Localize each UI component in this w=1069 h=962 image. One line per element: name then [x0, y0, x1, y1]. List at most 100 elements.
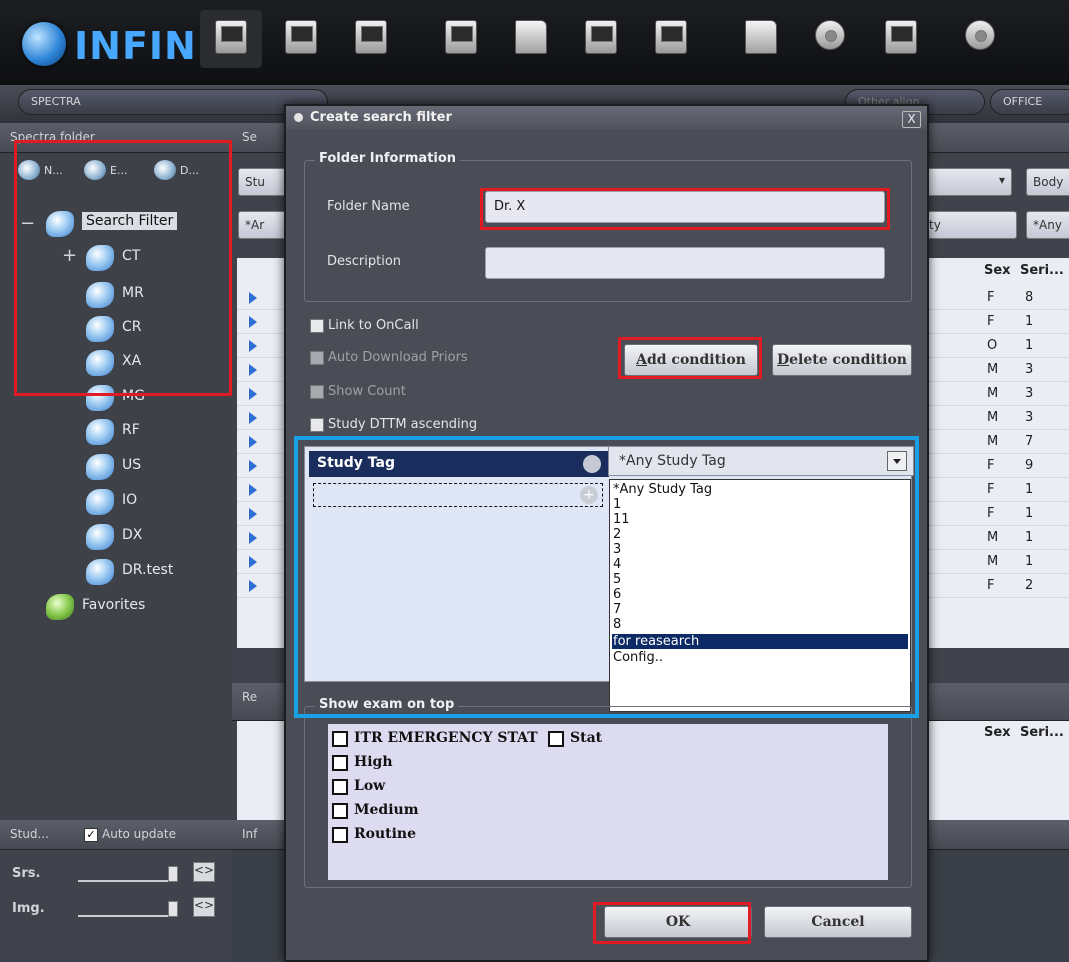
close-button[interactable]: X: [902, 111, 921, 128]
priority-checkbox-low[interactable]: Low: [332, 778, 385, 795]
link-oncall-label: Link to OnCall: [328, 318, 419, 333]
layout-button[interactable]: [870, 10, 932, 68]
empty-condition-slot[interactable]: +: [313, 483, 603, 507]
add-condition-button[interactable]: Add condition: [624, 344, 758, 376]
expand-arrow-icon[interactable]: [249, 436, 257, 448]
folder-export-button[interactable]: [500, 10, 562, 68]
folder-button[interactable]: [730, 10, 792, 68]
expand-arrow-icon[interactable]: [249, 364, 257, 376]
monitor2-button[interactable]: [270, 10, 332, 68]
auto-update-checkbox[interactable]: ✓: [84, 828, 98, 842]
dropdown-option[interactable]: 3: [612, 542, 908, 557]
priority-checkbox-medium[interactable]: Medium: [332, 802, 419, 819]
tree-item-mg[interactable]: MG: [86, 383, 226, 413]
dropdown-option-selected[interactable]: for reasearch: [612, 634, 908, 649]
auto-download-checkbox[interactable]: Auto Download Priors: [310, 350, 468, 365]
tree-item-label: IO: [122, 492, 138, 508]
priority-label: High: [354, 754, 393, 770]
dropdown-option[interactable]: 1: [612, 497, 908, 512]
tree-item-xa[interactable]: XA: [86, 348, 226, 378]
tree-item-dr-test[interactable]: DR.test: [86, 557, 226, 587]
expand-icon[interactable]: +: [62, 245, 77, 266]
database-button[interactable]: [640, 10, 702, 68]
study-dttm-checkbox[interactable]: Study DTTM ascending: [310, 417, 477, 432]
dropdown-option[interactable]: *Any Study Tag: [612, 482, 908, 497]
expand-arrow-icon[interactable]: [249, 316, 257, 328]
delete-condition-button[interactable]: Delete condition: [772, 344, 912, 376]
globe-button[interactable]: [950, 10, 1012, 68]
ok-button[interactable]: OK: [604, 906, 752, 938]
priority-checkbox-itr[interactable]: ITR EMERGENCY STAT: [332, 730, 538, 747]
priority-checkbox-routine[interactable]: Routine: [332, 826, 416, 843]
tab-new-folder[interactable]: N...: [14, 158, 74, 184]
tree-item-rf[interactable]: RF: [86, 417, 226, 447]
tab-delete-folder[interactable]: D...: [150, 158, 220, 184]
cell-series: 1: [1025, 338, 1034, 353]
dropdown-option[interactable]: 11: [612, 512, 908, 527]
cell-series: 2: [1025, 578, 1034, 593]
monitor-button[interactable]: [200, 10, 262, 68]
tree-item-favorites[interactable]: Favorites: [46, 592, 226, 622]
archive-button[interactable]: [570, 10, 632, 68]
expand-arrow-icon[interactable]: [249, 388, 257, 400]
column-series[interactable]: Seri...: [1020, 263, 1064, 278]
tree-item-search-filter[interactable]: Search Filter: [46, 209, 226, 239]
srs-arrows-button[interactable]: <>: [193, 862, 215, 882]
priority-checkbox-stat[interactable]: Stat: [548, 730, 602, 747]
img-arrows-button[interactable]: <>: [193, 897, 215, 917]
expand-arrow-icon[interactable]: [249, 292, 257, 304]
dropdown-option[interactable]: 6: [612, 587, 908, 602]
column-sex[interactable]: Sex: [984, 263, 1011, 278]
link-oncall-checkbox[interactable]: Link to OnCall: [310, 318, 419, 333]
cell-sex: F: [987, 578, 995, 593]
ty-filter[interactable]: ty: [922, 211, 1017, 239]
expand-arrow-icon[interactable]: [249, 412, 257, 424]
description-input[interactable]: [485, 247, 885, 279]
re-column-sex[interactable]: Sex: [984, 725, 1011, 740]
worklist-button[interactable]: [430, 10, 492, 68]
show-count-checkbox[interactable]: Show Count: [310, 384, 406, 399]
any2-filter[interactable]: *Any: [1026, 211, 1069, 239]
settings-button[interactable]: [800, 10, 862, 68]
expand-arrow-icon[interactable]: [249, 340, 257, 352]
expand-arrow-icon[interactable]: [249, 508, 257, 520]
folder-icon: [86, 559, 114, 585]
add-icon[interactable]: +: [580, 486, 598, 504]
tree-item-mr[interactable]: MR: [86, 280, 226, 310]
remove-condition-icon[interactable]: [583, 455, 601, 473]
study-tag-combobox[interactable]: *Any Study Tag: [608, 446, 914, 476]
dropdown-option[interactable]: 4: [612, 557, 908, 572]
expand-arrow-icon[interactable]: [249, 532, 257, 544]
tree-item-cr[interactable]: CR: [86, 314, 226, 344]
study-tag-condition[interactable]: Study Tag: [309, 451, 609, 477]
re-column-series[interactable]: Seri...: [1020, 725, 1064, 740]
dropdown-option[interactable]: Config..: [612, 650, 908, 665]
tab-edit-folder[interactable]: E...: [80, 158, 140, 184]
img-slider[interactable]: [78, 901, 178, 917]
expand-arrow-icon[interactable]: [249, 580, 257, 592]
chevron-down-icon[interactable]: [887, 451, 907, 471]
srs-slider[interactable]: [78, 866, 178, 882]
collapse-icon[interactable]: −: [20, 213, 35, 234]
cancel-button[interactable]: Cancel: [764, 906, 912, 938]
img-slider-knob[interactable]: [168, 901, 178, 917]
dropdown-option[interactable]: 7: [612, 602, 908, 617]
spectra-select[interactable]: SPECTRA: [18, 89, 328, 115]
dropdown-filter[interactable]: ▾: [922, 168, 1012, 196]
office-select[interactable]: OFFICE: [990, 89, 1069, 115]
tree-item-dx[interactable]: DX: [86, 522, 226, 552]
dropdown-option[interactable]: 2: [612, 527, 908, 542]
expand-arrow-icon[interactable]: [249, 556, 257, 568]
tree-item-ct[interactable]: CT: [86, 243, 226, 273]
body-filter[interactable]: Body: [1026, 168, 1069, 196]
folder-name-input[interactable]: Dr. X: [485, 191, 885, 223]
viewer-button[interactable]: [340, 10, 402, 68]
expand-arrow-icon[interactable]: [249, 484, 257, 496]
tree-item-io[interactable]: IO: [86, 487, 226, 517]
dropdown-option[interactable]: 8: [612, 617, 908, 632]
srs-slider-knob[interactable]: [168, 866, 178, 882]
dropdown-option[interactable]: 5: [612, 572, 908, 587]
priority-checkbox-high[interactable]: High: [332, 754, 393, 771]
expand-arrow-icon[interactable]: [249, 460, 257, 472]
tree-item-us[interactable]: US: [86, 452, 226, 482]
